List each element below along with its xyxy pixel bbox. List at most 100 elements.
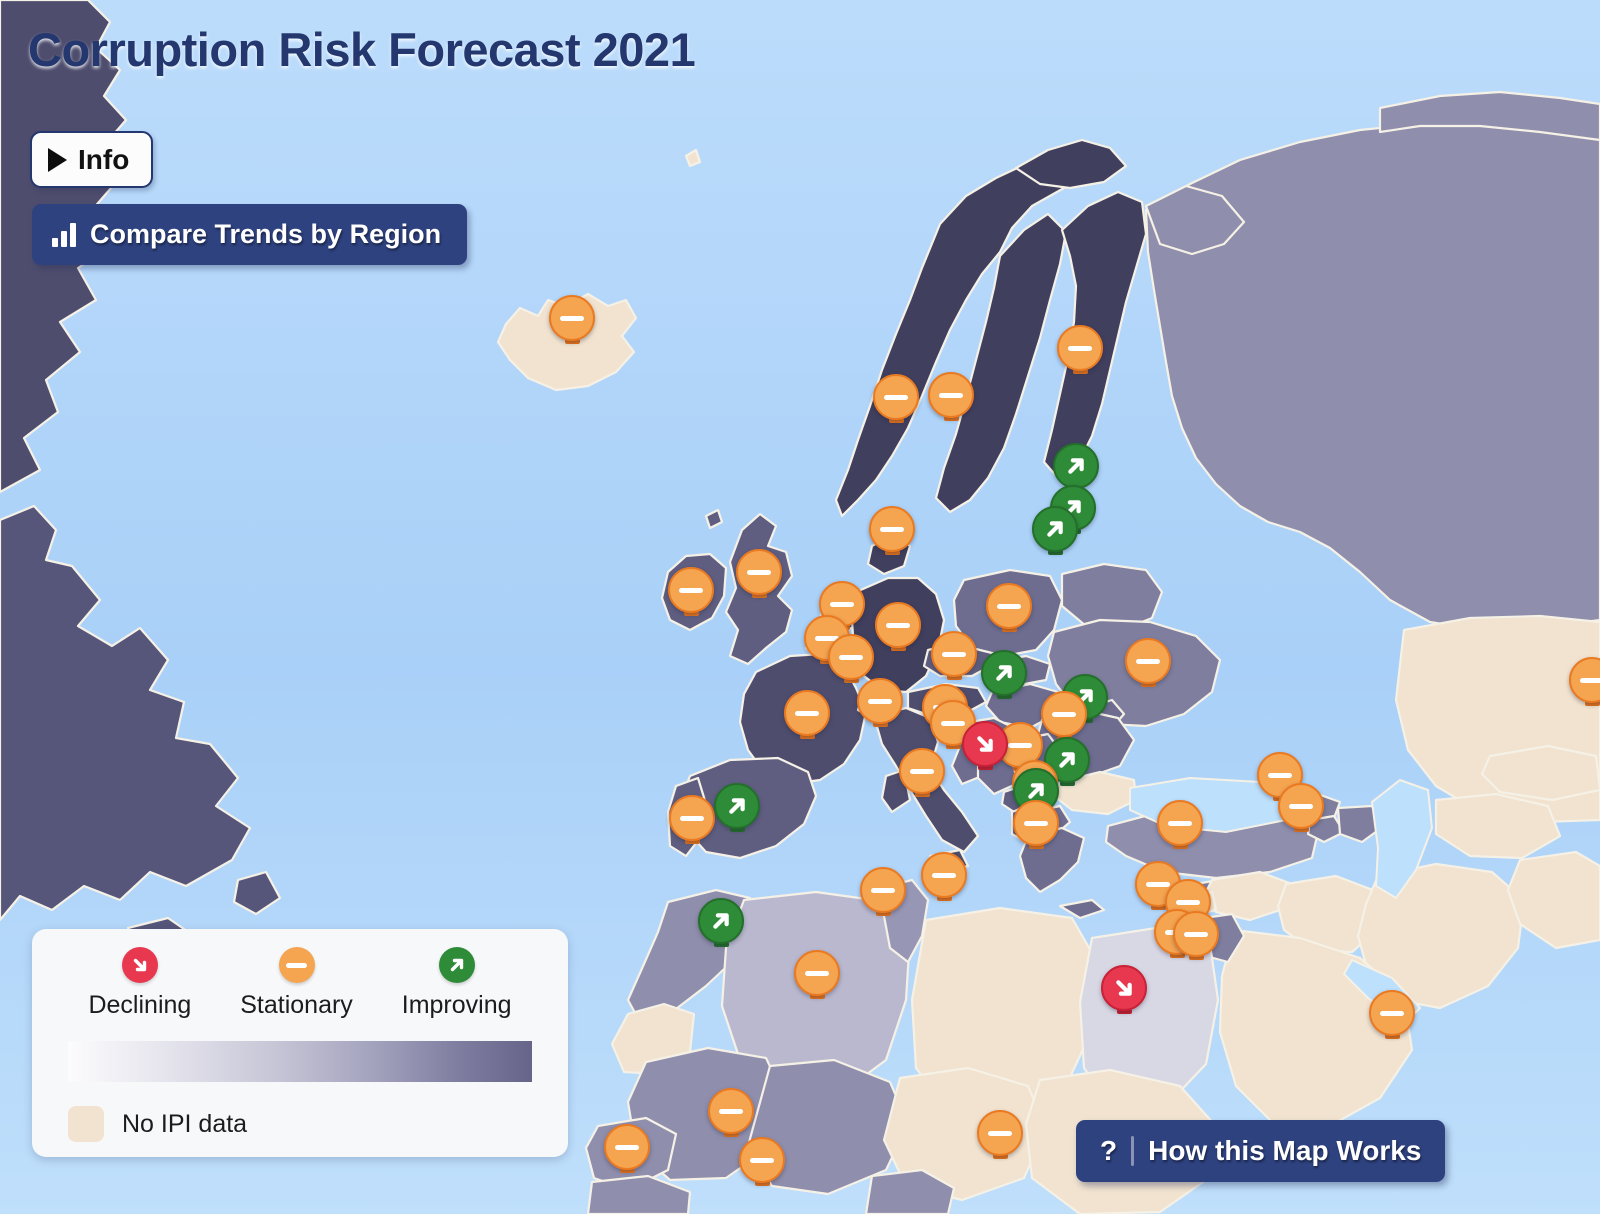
map-pin-denmark[interactable] <box>869 506 915 555</box>
map-pin-greece[interactable] <box>921 852 967 901</box>
legend-nodata-row: No IPI data <box>68 1106 542 1142</box>
map-pin-senegal[interactable] <box>604 1124 650 1173</box>
arrow-up-right-icon <box>981 650 1027 696</box>
dash-icon <box>828 634 874 680</box>
dash-icon <box>1569 657 1600 703</box>
map-application: Corruption Risk Forecast 2021 Info Compa… <box>0 0 1600 1214</box>
map-pin-portugal[interactable] <box>669 795 715 844</box>
dash-icon <box>873 374 919 420</box>
dash-icon <box>1278 783 1324 829</box>
nodata-label: No IPI data <box>122 1109 248 1138</box>
compare-trends-button[interactable]: Compare Trends by Region <box>32 204 468 265</box>
dash-icon <box>977 1110 1023 1156</box>
dash-icon <box>860 867 906 913</box>
country-canada <box>0 504 252 922</box>
map-pin-morocco[interactable] <box>698 898 744 947</box>
map-pin-italy[interactable] <box>899 748 945 797</box>
legend-key-label: Stationary <box>240 991 353 1019</box>
map-pin-luxembourg[interactable] <box>828 634 874 683</box>
island-crete <box>1058 898 1106 920</box>
legend-key-stationary: Stationary <box>240 947 353 1020</box>
map-pin-iceland[interactable] <box>549 295 595 344</box>
island-newfoundland <box>232 870 282 916</box>
dash-icon <box>794 950 840 996</box>
map-pin-estonia[interactable] <box>1053 443 1099 492</box>
map-pin-czechia[interactable] <box>931 631 977 680</box>
arrow-up-right-icon <box>1032 506 1078 552</box>
map-legend: Declining Stationary Improving No IPI data <box>32 929 568 1157</box>
map-pin-slovakia[interactable] <box>981 650 1027 699</box>
map-pin-bosnia[interactable] <box>962 721 1008 770</box>
legend-key-declining: Declining <box>88 947 191 1020</box>
dash-icon <box>986 583 1032 629</box>
country-guinea <box>586 1174 692 1214</box>
map-pin-jordan[interactable] <box>1173 911 1219 960</box>
country-uk-scotland-isles <box>704 508 724 530</box>
map-pin-turkey[interactable] <box>1157 800 1203 849</box>
arrow-up-right-icon <box>714 783 760 829</box>
map-pin-poland[interactable] <box>986 583 1032 632</box>
map-pin-egypt[interactable] <box>1101 965 1147 1014</box>
map-pin-germany[interactable] <box>875 602 921 651</box>
dash-icon <box>668 567 714 613</box>
dash-icon <box>708 1088 754 1134</box>
map-pin-france[interactable] <box>784 690 830 739</box>
dash-icon <box>1157 800 1203 846</box>
page-title: Corruption Risk Forecast 2021 <box>28 23 696 76</box>
map-pin-georgia[interactable] <box>1278 783 1324 832</box>
dash-icon <box>899 748 945 794</box>
map-pin-mali[interactable] <box>739 1137 785 1186</box>
legend-key-label: Declining <box>88 991 192 1019</box>
map-pin-sweden[interactable] <box>928 372 974 421</box>
map-pin-qatar[interactable] <box>1369 990 1415 1039</box>
dash-icon <box>1057 325 1103 371</box>
dash-icon <box>1125 638 1171 684</box>
map-pin-finland[interactable] <box>1057 325 1103 374</box>
arrow-up-right-icon <box>1053 443 1099 489</box>
dash-icon <box>736 549 782 595</box>
country-afghanistan <box>1506 850 1600 950</box>
map-pin-norway[interactable] <box>873 374 919 423</box>
info-button[interactable]: Info <box>30 131 154 188</box>
dash-icon <box>739 1137 785 1183</box>
map-pin-moldova[interactable] <box>1041 691 1087 740</box>
question-mark-icon: ? <box>1100 1135 1118 1166</box>
dash-icon <box>857 678 903 724</box>
how-this-map-works-button[interactable]: ? How this Map Works <box>1076 1120 1446 1182</box>
dash-icon <box>549 295 595 341</box>
dash-icon <box>1173 911 1219 957</box>
compare-trends-label: Compare Trends by Region <box>90 219 442 249</box>
island-faroe <box>684 148 702 168</box>
arrow-up-right-icon <box>438 947 475 983</box>
map-pin-belarus[interactable] <box>1125 638 1171 687</box>
dash-icon <box>928 372 974 418</box>
legend-score-gradient <box>68 1041 532 1082</box>
dash-icon <box>604 1124 650 1170</box>
dash-icon <box>784 690 830 736</box>
play-triangle-icon <box>48 147 67 172</box>
map-pin-mauritania[interactable] <box>708 1088 754 1137</box>
map-pin-lithuania[interactable] <box>1032 506 1078 555</box>
country-uzbekistan <box>1480 744 1600 802</box>
dash-icon <box>669 795 715 841</box>
map-pin-ireland[interactable] <box>668 567 714 616</box>
legend-trend-keys: Declining Stationary Improving <box>58 947 542 1020</box>
map-pin-kazakhstan-edge[interactable] <box>1569 657 1600 706</box>
legend-key-label: Improving <box>401 991 512 1019</box>
button-divider <box>1131 1136 1135 1166</box>
dash-icon <box>278 947 315 983</box>
map-pin-switzerland[interactable] <box>857 678 903 727</box>
how-this-map-works-label: How this Map Works <box>1148 1135 1422 1166</box>
dash-icon <box>1013 800 1059 846</box>
map-pin-tunisia[interactable] <box>860 867 906 916</box>
dash-icon <box>869 506 915 552</box>
map-pin-niger[interactable] <box>977 1110 1023 1159</box>
dash-icon <box>875 602 921 648</box>
map-pin-spain[interactable] <box>714 783 760 832</box>
dash-icon <box>921 852 967 898</box>
country-turkmenistan <box>1434 792 1562 860</box>
map-pin-united-kingdom[interactable] <box>736 549 782 598</box>
dash-icon <box>931 631 977 677</box>
map-pin-north-macedonia[interactable] <box>1013 800 1059 849</box>
map-pin-algeria[interactable] <box>794 950 840 999</box>
